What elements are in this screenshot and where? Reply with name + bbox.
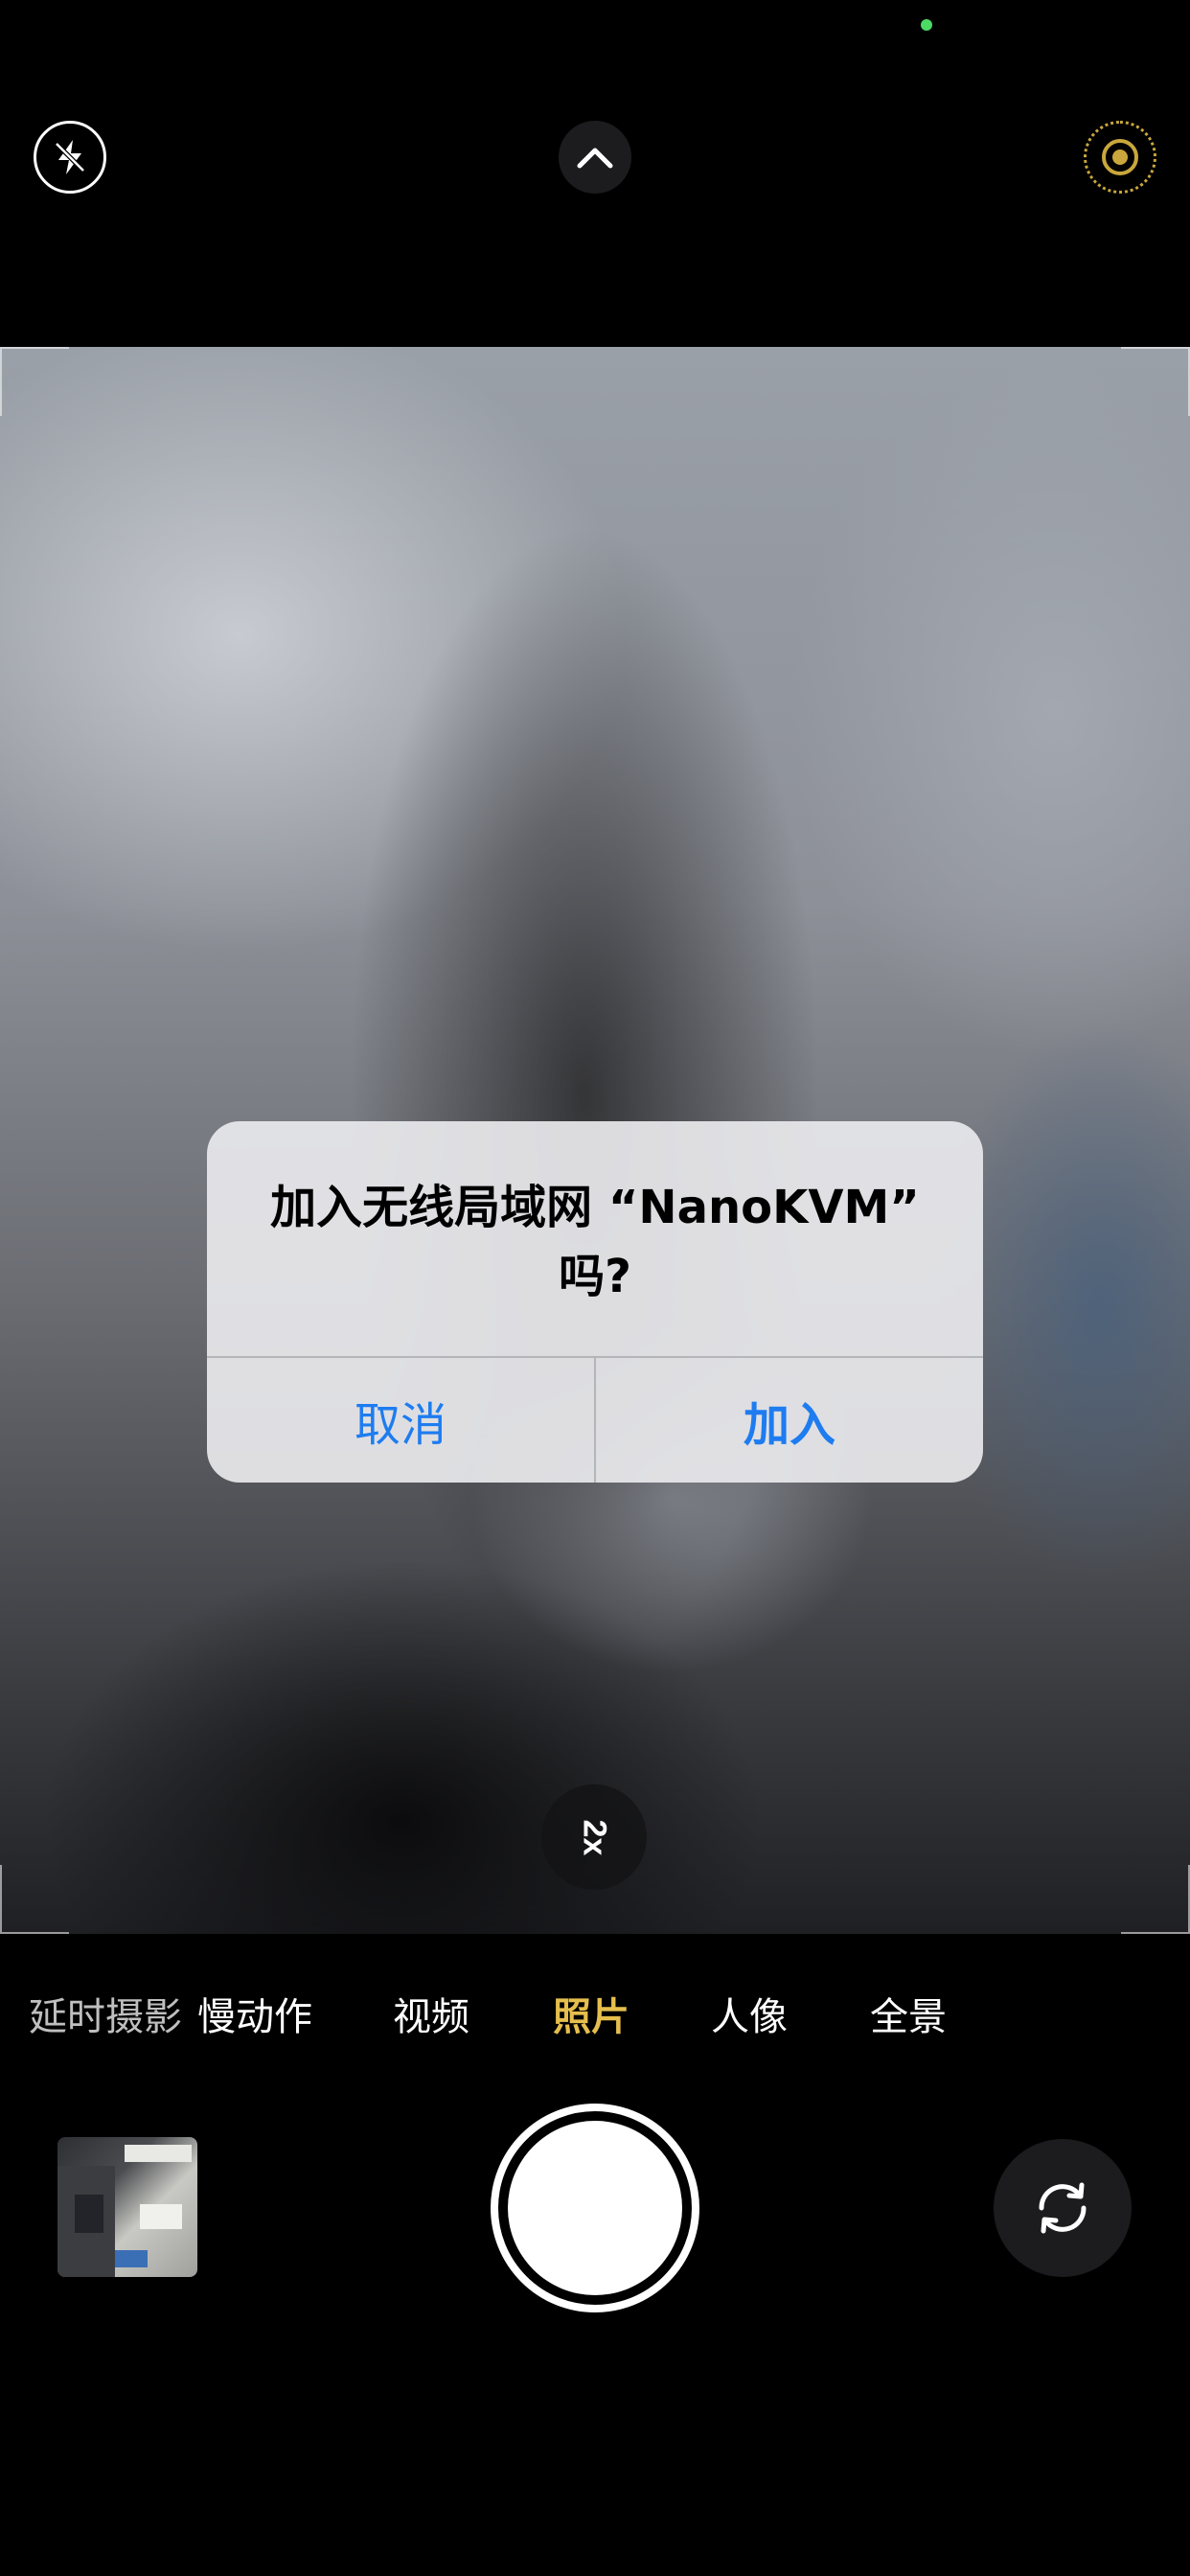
frame-corner	[1121, 1865, 1190, 1934]
join-wifi-alert: 加入无线局域网 “NanoKVM” 吗? 取消 加入	[207, 1121, 983, 1483]
live-photo-icon	[1102, 139, 1138, 175]
thumbnail-image-part	[140, 2204, 182, 2229]
flash-button[interactable]	[34, 121, 106, 194]
shutter-inner	[508, 2121, 682, 2295]
camera-flip-icon	[1039, 2182, 1087, 2234]
frame-corner	[0, 347, 69, 416]
zoom-label: 2x	[576, 1819, 613, 1855]
mode-photo[interactable]: 照片	[553, 1984, 629, 2051]
frame-corner	[0, 1865, 69, 1934]
join-button[interactable]: 加入	[596, 1358, 983, 1483]
camera-mode-selector[interactable]: 延时摄影 慢动作 视频 照片 人像 全景	[0, 1984, 1190, 2051]
mode-video[interactable]: 视频	[393, 1984, 469, 2051]
shutter-button[interactable]	[491, 2104, 699, 2312]
camera-in-use-indicator	[921, 19, 932, 31]
cancel-button[interactable]: 取消	[207, 1358, 594, 1483]
zoom-button[interactable]: 2x	[541, 1784, 647, 1890]
frame-corner	[1121, 347, 1190, 416]
flash-icon	[55, 140, 85, 174]
mode-timelapse[interactable]: 延时摄影	[29, 1984, 182, 2051]
mode-slowmo[interactable]: 慢动作	[197, 1984, 312, 2051]
live-photo-button[interactable]	[1084, 121, 1156, 194]
chevron-up-icon	[577, 148, 613, 169]
controls-toggle-button[interactable]	[559, 121, 631, 194]
thumbnail-image-part	[125, 2145, 192, 2162]
camera-flip-button[interactable]	[994, 2139, 1132, 2277]
thumbnail-image-part	[75, 2195, 103, 2233]
mode-portrait[interactable]: 人像	[711, 1984, 788, 2051]
thumbnail-image-part	[115, 2250, 148, 2267]
alert-title: 加入无线局域网 “NanoKVM” 吗?	[270, 1181, 920, 1303]
mode-pano[interactable]: 全景	[870, 1984, 947, 2051]
last-photo-thumbnail[interactable]	[57, 2137, 197, 2277]
